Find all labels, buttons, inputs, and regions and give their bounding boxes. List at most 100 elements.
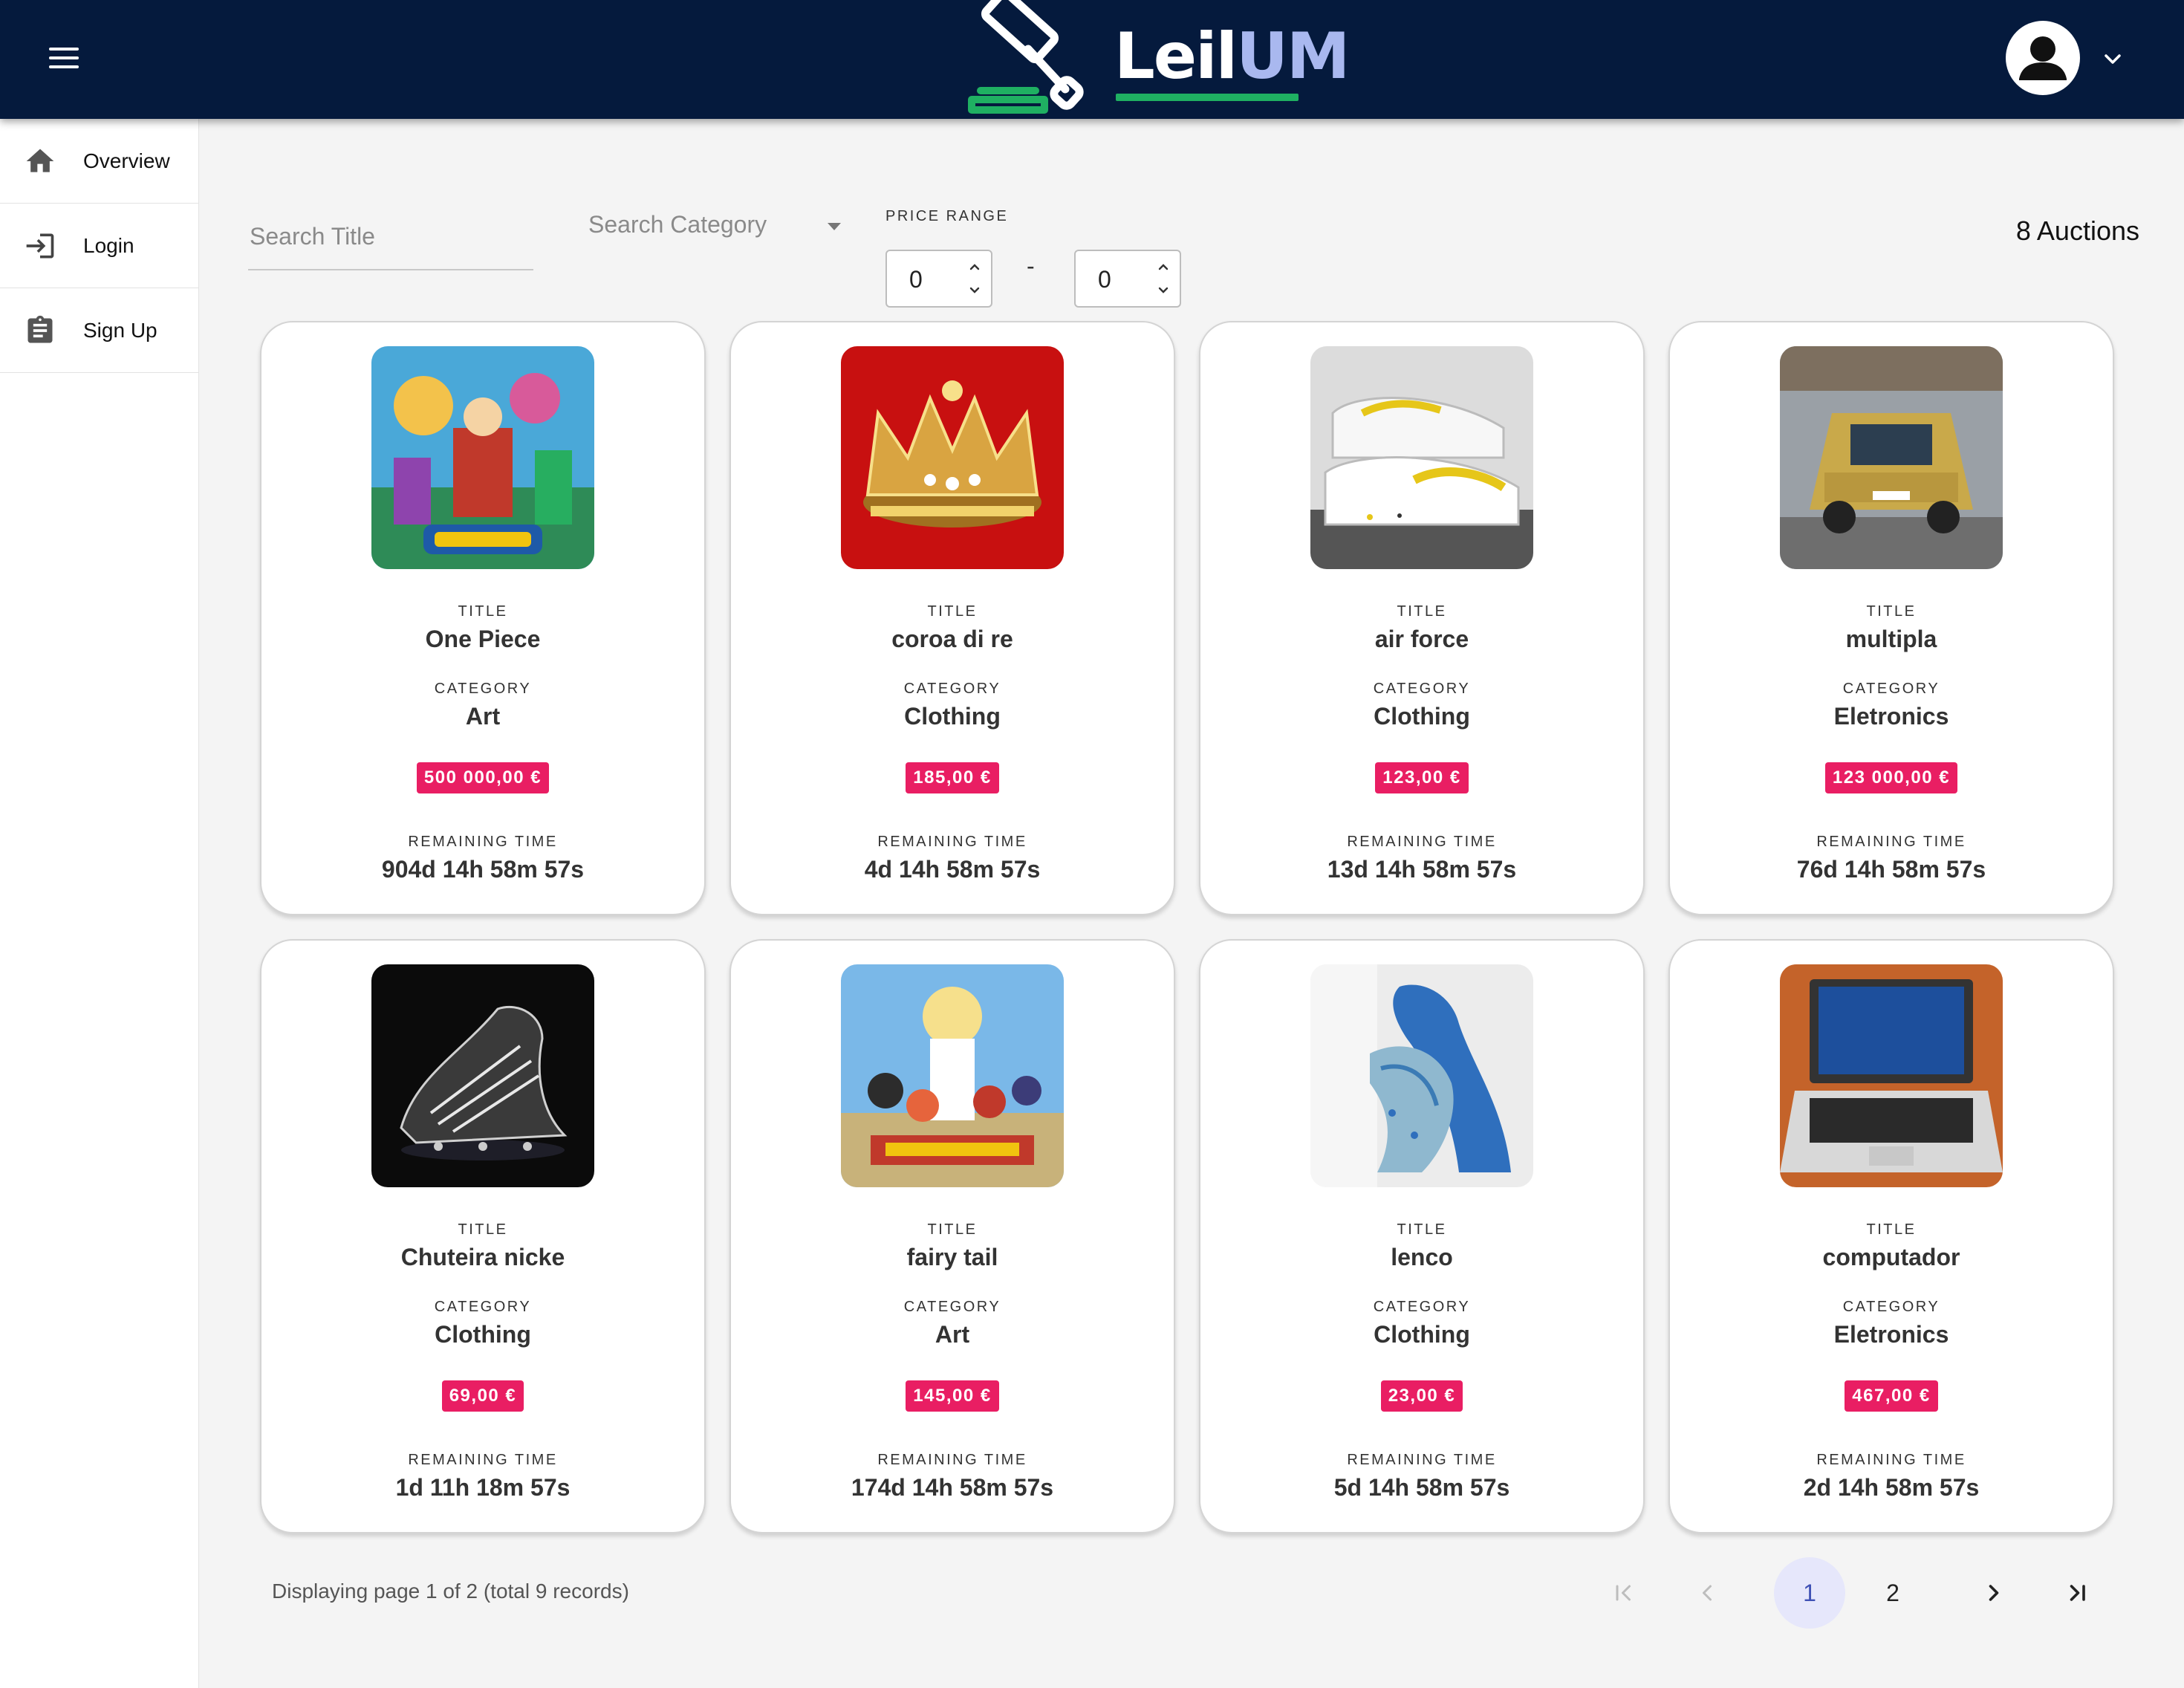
- auction-image: [1780, 346, 2003, 569]
- remaining-time: 5d 14h 58m 57s: [1333, 1474, 1510, 1501]
- page-button-2[interactable]: 2: [1857, 1557, 1928, 1629]
- price-badge: 500 000,00 €: [416, 762, 550, 793]
- remaining-time-caption: REMAINING TIME: [877, 1452, 1027, 1468]
- price-range-label: PRICE RANGE: [885, 208, 1009, 224]
- remaining-time-caption: REMAINING TIME: [1347, 834, 1497, 850]
- chevron-down-icon[interactable]: [2099, 46, 2126, 73]
- price-max-input[interactable]: 0: [1074, 250, 1181, 308]
- sidebar-item-label: Overview: [83, 149, 170, 172]
- first-page-button[interactable]: [1588, 1557, 1660, 1629]
- auction-card[interactable]: TITLE computador CATEGORY Eletronics 467…: [1668, 939, 2114, 1533]
- title-caption: TITLE: [458, 603, 508, 620]
- pagination-info: Displaying page 1 of 2 (total 9 records): [272, 1580, 629, 1603]
- auction-title: coroa di re: [891, 626, 1013, 652]
- sidebar-item-login[interactable]: Login: [0, 204, 198, 288]
- last-page-icon: [2070, 1585, 2085, 1601]
- remaining-time-caption: REMAINING TIME: [408, 1452, 558, 1468]
- auction-image: [841, 964, 1064, 1187]
- chevron-left-icon: [1703, 1585, 1712, 1601]
- title-caption: TITLE: [927, 603, 978, 620]
- prev-page-button[interactable]: [1671, 1557, 1743, 1629]
- sidebar-item-overview[interactable]: Overview: [0, 119, 198, 204]
- search-title-field[interactable]: [248, 220, 533, 270]
- auction-image: [1310, 346, 1533, 569]
- category-caption: CATEGORY: [1842, 1299, 1940, 1315]
- logo-text-accent: UM: [1236, 19, 1350, 94]
- last-page-button[interactable]: [2041, 1557, 2113, 1629]
- sidebar-item-sign-up[interactable]: Sign Up: [0, 288, 198, 373]
- dropdown-arrow-icon: [828, 223, 841, 230]
- title-caption: TITLE: [1866, 1221, 1917, 1238]
- remaining-time-caption: REMAINING TIME: [1816, 1452, 1966, 1468]
- auction-image: [1310, 964, 1533, 1187]
- hamburger-menu-icon[interactable]: [49, 48, 79, 71]
- price-min-value: 0: [909, 266, 923, 293]
- auction-card[interactable]: TITLE One Piece CATEGORY Art 500 000,00 …: [260, 321, 706, 915]
- auction-image: [371, 346, 594, 569]
- next-page-button[interactable]: [1958, 1557, 2029, 1629]
- auction-card[interactable]: TITLE coroa di re CATEGORY Clothing 185,…: [729, 321, 1175, 915]
- number-spinner-icon[interactable]: [1154, 257, 1172, 300]
- remaining-time: 13d 14h 58m 57s: [1327, 856, 1517, 883]
- auction-card[interactable]: TITLE Chuteira nicke CATEGORY Clothing 6…: [260, 939, 706, 1533]
- home-icon: [26, 149, 54, 172]
- category-caption: CATEGORY: [434, 1299, 532, 1315]
- category-caption: CATEGORY: [903, 1299, 1001, 1315]
- auction-category: Art: [935, 1321, 970, 1348]
- auction-image: [371, 964, 594, 1187]
- title-caption: TITLE: [1397, 1221, 1447, 1238]
- category-caption: CATEGORY: [1842, 681, 1940, 697]
- auction-category: Eletronics: [1833, 703, 1949, 730]
- sidebar-nav: Overview Login Sign Up: [0, 119, 199, 1688]
- category-caption: CATEGORY: [1373, 681, 1471, 697]
- app-logo[interactable]: LeilUM: [963, 0, 1351, 119]
- title-caption: TITLE: [1397, 603, 1447, 620]
- user-avatar[interactable]: [2006, 21, 2080, 95]
- auction-title: air force: [1374, 626, 1469, 652]
- remaining-time-caption: REMAINING TIME: [408, 834, 558, 850]
- search-category-select[interactable]: Search Category: [588, 208, 841, 253]
- price-min-input[interactable]: 0: [885, 250, 992, 308]
- price-badge: 145,00 €: [906, 1380, 999, 1412]
- auction-category: Clothing: [1374, 1321, 1470, 1348]
- auction-card[interactable]: TITLE lenco CATEGORY Clothing 23,00 € RE…: [1199, 939, 1645, 1533]
- price-max-value: 0: [1098, 266, 1111, 293]
- remaining-time: 174d 14h 58m 57s: [851, 1474, 1054, 1501]
- auction-title: One Piece: [425, 626, 541, 652]
- remaining-time: 76d 14h 58m 57s: [1796, 856, 1986, 883]
- price-badge: 123,00 €: [1375, 762, 1469, 793]
- price-badge: 69,00 €: [441, 1380, 524, 1412]
- auction-title: multipla: [1845, 626, 1937, 652]
- top-app-bar: LeilUM: [0, 0, 2184, 119]
- price-badge: 123 000,00 €: [1824, 762, 1958, 793]
- price-badge: 467,00 €: [1845, 1380, 1938, 1412]
- auction-card[interactable]: TITLE air force CATEGORY Clothing 123,00…: [1199, 321, 1645, 915]
- auction-category: Clothing: [904, 703, 1001, 730]
- category-caption: CATEGORY: [903, 681, 1001, 697]
- auction-category: Art: [465, 703, 501, 730]
- auction-category: Clothing: [1374, 703, 1470, 730]
- auctions-count: 8 Auctions: [2015, 215, 2139, 246]
- auction-card[interactable]: TITLE multipla CATEGORY Eletronics 123 0…: [1668, 321, 2114, 915]
- account-circle-icon: [2019, 36, 2067, 80]
- chevron-right-icon: [1989, 1585, 1999, 1601]
- number-spinner-icon[interactable]: [966, 257, 984, 300]
- price-badge: 185,00 €: [906, 762, 999, 793]
- auction-category: Clothing: [435, 1321, 531, 1348]
- search-title-input[interactable]: [248, 220, 533, 253]
- remaining-time: 904d 14h 58m 57s: [381, 856, 585, 883]
- auction-title: computador: [1822, 1244, 1960, 1270]
- page-button-1[interactable]: 1: [1774, 1557, 1845, 1629]
- price-badge: 23,00 €: [1380, 1380, 1463, 1412]
- auction-title: fairy tail: [906, 1244, 998, 1270]
- remaining-time-caption: REMAINING TIME: [877, 834, 1027, 850]
- gavel-icon: [968, 0, 1084, 114]
- remaining-time-caption: REMAINING TIME: [1347, 1452, 1497, 1468]
- auction-card[interactable]: TITLE fairy tail CATEGORY Art 145,00 € R…: [729, 939, 1175, 1533]
- category-caption: CATEGORY: [1373, 1299, 1471, 1315]
- title-caption: TITLE: [1866, 603, 1917, 620]
- login-icon: [26, 233, 54, 258]
- remaining-time: 2d 14h 58m 57s: [1803, 1474, 1980, 1501]
- first-page-icon: [1616, 1585, 1631, 1601]
- auction-image: [1780, 964, 2003, 1187]
